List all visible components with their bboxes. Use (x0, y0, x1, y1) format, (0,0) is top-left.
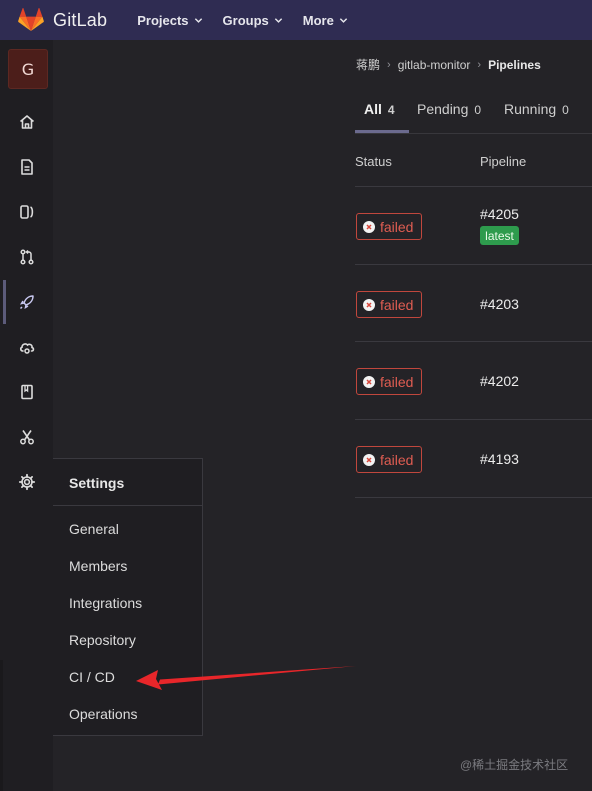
flyout-item-operations[interactable]: Operations (69, 706, 137, 722)
row-divider (355, 497, 592, 498)
row-divider (355, 264, 592, 265)
nav-groups-label: Groups (222, 12, 269, 28)
failed-x-icon (363, 220, 375, 233)
sidebar-item-merge-requests[interactable] (18, 248, 36, 266)
failed-x-icon (363, 375, 375, 388)
breadcrumb-chevron-icon: › (387, 58, 391, 71)
status-text: failed (380, 373, 414, 390)
settings-flyout-menu: Settings General Members Integrations Re… (53, 458, 203, 736)
issues-icon (20, 205, 34, 219)
tab-pending[interactable]: Pending 0 (417, 101, 481, 117)
status-text: failed (380, 451, 414, 468)
flyout-divider (53, 505, 202, 506)
tab-running[interactable]: Running 0 (504, 101, 569, 117)
pipeline-tabs: All 4 Pending 0 Running 0 (355, 88, 592, 134)
sidebar-item-settings[interactable] (18, 473, 36, 491)
status-text: failed (380, 218, 414, 235)
tab-running-label: Running (504, 101, 557, 117)
nav-projects-label: Projects (137, 12, 189, 28)
tab-pending-count: 0 (474, 103, 482, 117)
sidebar-item-snippets[interactable] (18, 428, 36, 446)
tab-all-count: 4 (387, 103, 395, 117)
status-badge-failed[interactable]: failed (356, 213, 422, 240)
breadcrumb-chevron-icon: › (477, 58, 482, 71)
failed-x-icon (363, 453, 375, 466)
chevron-down-icon (194, 17, 202, 23)
status-badge-failed[interactable]: failed (356, 368, 422, 395)
status-badge-failed[interactable]: failed (356, 291, 422, 318)
merge-request-icon (20, 249, 34, 265)
row-divider (355, 186, 592, 187)
flyout-item-ci-cd[interactable]: CI / CD (69, 669, 115, 685)
flyout-title: Settings (69, 475, 125, 491)
chevron-down-icon (339, 17, 348, 23)
sidebar-item-ci-cd[interactable] (18, 293, 36, 311)
tab-active-underline (355, 130, 409, 133)
status-badge-failed[interactable]: failed (356, 446, 422, 473)
cloud-gear-icon (19, 343, 35, 354)
row-divider (355, 341, 592, 342)
flyout-item-members[interactable]: Members (69, 558, 127, 574)
pipeline-id-link[interactable]: #4193 (480, 451, 519, 467)
gear-icon (18, 473, 36, 491)
chevron-down-icon (274, 17, 282, 23)
pipeline-id-link[interactable]: #4202 (480, 373, 519, 389)
tab-all-label: All (364, 101, 382, 117)
nav-projects[interactable]: Projects (137, 13, 202, 28)
gitlab-tanuki-icon (18, 8, 44, 31)
sidebar-item-project[interactable] (18, 113, 36, 131)
pipeline-id-link[interactable]: #4205 (480, 206, 519, 222)
flyout-item-integrations[interactable]: Integrations (69, 595, 142, 611)
flyout-item-general[interactable]: General (69, 521, 119, 537)
breadcrumb-user[interactable]: 蒋鹏 (356, 56, 380, 73)
column-header-pipeline: Pipeline (480, 154, 527, 169)
project-sidebar: G (0, 40, 53, 791)
nav-groups[interactable]: Groups (223, 13, 283, 28)
brand-name: GitLab (53, 9, 108, 30)
sidebar-item-wiki[interactable] (18, 383, 36, 401)
failed-x-icon (363, 298, 375, 311)
nav-more[interactable]: More (303, 13, 348, 28)
breadcrumb-project[interactable]: gitlab-monitor (398, 58, 471, 72)
book-icon (21, 384, 33, 400)
sidebar-edge (0, 660, 3, 791)
scissors-icon (20, 430, 34, 445)
sidebar-item-issues[interactable] (18, 203, 36, 221)
breadcrumb: 蒋鹏 › gitlab-monitor › Pipelines (356, 56, 541, 73)
home-icon (19, 115, 35, 129)
gitlab-logo[interactable]: GitLab (18, 8, 137, 32)
sidebar-item-repository[interactable] (18, 158, 36, 176)
status-text: failed (380, 296, 414, 313)
latest-badge: latest (480, 226, 519, 245)
tab-pending-label: Pending (417, 101, 469, 117)
tab-running-count: 0 (562, 103, 569, 117)
tab-all[interactable]: All 4 (364, 101, 395, 117)
top-navbar: GitLab Projects Groups More (0, 0, 592, 40)
watermark: @稀土掘金技术社区 (460, 758, 569, 772)
sidebar-item-operations[interactable] (18, 338, 36, 356)
file-icon (21, 159, 33, 175)
project-avatar[interactable]: G (8, 49, 48, 89)
pipeline-id-link[interactable]: #4203 (480, 296, 519, 312)
rocket-icon (19, 295, 34, 310)
row-divider (355, 419, 592, 420)
column-header-status: Status (355, 154, 392, 169)
breadcrumb-current[interactable]: Pipelines (488, 58, 541, 72)
nav-more-label: More (302, 12, 334, 28)
sidebar-active-indicator (3, 280, 6, 324)
flyout-item-repository[interactable]: Repository (69, 632, 136, 648)
